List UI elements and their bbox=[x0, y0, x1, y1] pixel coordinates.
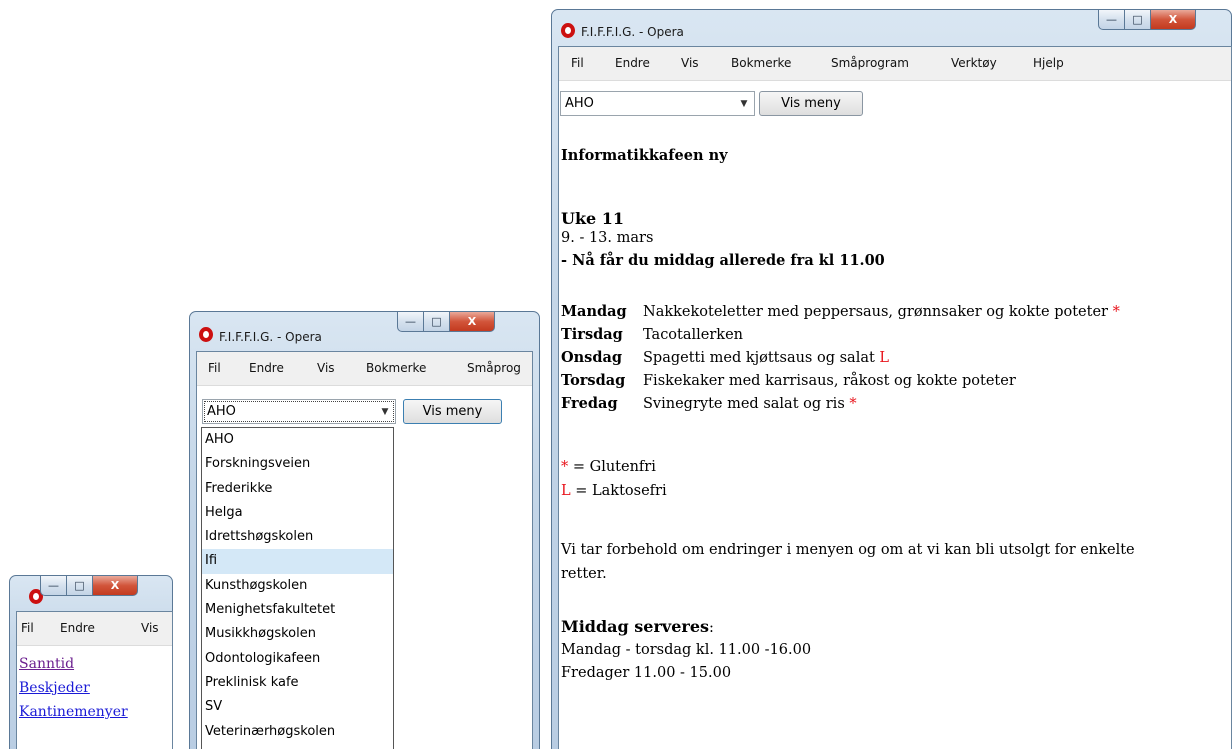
day-name: Tirsdag bbox=[561, 326, 623, 343]
legend-text: = Laktosefri bbox=[575, 483, 667, 499]
option-helga[interactable]: Helga bbox=[202, 501, 393, 525]
option-idrettshogskolen[interactable]: Idrettshøgskolen bbox=[202, 525, 393, 549]
menu-vis[interactable]: Vis bbox=[317, 361, 335, 375]
served-heading: Middag serveres: bbox=[561, 617, 714, 636]
day-name: Mandag bbox=[561, 303, 627, 320]
minimize-button[interactable]: — bbox=[1098, 9, 1125, 30]
legend-glutenfri: * = Glutenfri bbox=[561, 459, 656, 475]
day-row-mandag: Mandag Nakkekoteletter med peppersaus, gr… bbox=[561, 303, 1120, 320]
option-forskningsveien[interactable]: Forskningsveien bbox=[202, 452, 393, 476]
opera-logo-icon bbox=[561, 23, 575, 38]
day-row-onsdag: Onsdag Spagetti med kjøttsaus og salat L bbox=[561, 349, 889, 366]
day-name: Fredag bbox=[561, 395, 618, 412]
day-name: Onsdag bbox=[561, 349, 623, 366]
menu-fil[interactable]: Fil bbox=[208, 361, 221, 375]
large-opera-window: F.I.F.F.I.G. - Opera — □ X Fil Endre Vis… bbox=[551, 9, 1232, 749]
menu-endre[interactable]: Endre bbox=[249, 361, 284, 375]
legend-symbol: L bbox=[561, 483, 571, 499]
window-client: Fil Endre Vis Sanntid Beskjeder Kantinem… bbox=[16, 611, 173, 749]
option-veterinaerhogskolen[interactable]: Veterinærhøgskolen bbox=[202, 720, 393, 744]
menu-fil[interactable]: Fil bbox=[21, 621, 34, 635]
notice-text: - Nå får du middag allerede fra kl 11.00 bbox=[561, 252, 885, 269]
vis-meny-button[interactable]: Vis meny bbox=[403, 399, 502, 424]
cafe-name: Informatikkafeen ny bbox=[561, 147, 728, 164]
option-musikkhogskolen[interactable]: Musikkhøgskolen bbox=[202, 622, 393, 646]
week-dates: 9. - 13. mars bbox=[561, 230, 654, 246]
option-sv[interactable]: SV bbox=[202, 695, 393, 719]
cafe-select-value: AHO bbox=[207, 404, 236, 419]
cafe-dropdown-list: AHO Forskningsveien Frederikke Helga Idr… bbox=[201, 427, 394, 749]
option-menighetsfakultetet[interactable]: Menighetsfakultetet bbox=[202, 598, 393, 622]
cafe-select[interactable]: AHO ▼ bbox=[202, 399, 396, 424]
legend-text: = Glutenfri bbox=[572, 459, 656, 475]
menu-bar: Fil Endre Vis Bokmerke Småprog bbox=[197, 352, 532, 386]
disclaimer-line-2: retter. bbox=[561, 566, 607, 582]
maximize-button[interactable]: □ bbox=[66, 575, 93, 596]
day-row-fredag: Fredag Svinegryte med salat og ris * bbox=[561, 395, 857, 412]
menu-bokmerke[interactable]: Bokmerke bbox=[366, 361, 426, 375]
day-row-tirsdag: Tirsdag Tacotallerken bbox=[561, 326, 743, 343]
allergy-mark: * bbox=[1112, 304, 1120, 320]
menu-vis[interactable]: Vis bbox=[141, 621, 159, 635]
menu-smaaprogram[interactable]: Småprog bbox=[467, 361, 521, 375]
legend-symbol: * bbox=[561, 459, 569, 475]
close-button[interactable]: X bbox=[1150, 9, 1196, 30]
minimize-button[interactable]: — bbox=[40, 575, 67, 596]
disclaimer-line-1: Vi tar forbehold om endringer i menyen o… bbox=[561, 542, 1135, 558]
option-ifi[interactable]: Ifi bbox=[202, 549, 393, 574]
chevron-down-icon[interactable]: ▼ bbox=[375, 400, 395, 423]
served-heading-colon: : bbox=[709, 620, 714, 636]
option-frederikke[interactable]: Frederikke bbox=[202, 477, 393, 501]
served-heading-text: Middag serveres bbox=[561, 617, 709, 636]
link-beskjeder[interactable]: Beskjeder bbox=[19, 680, 90, 696]
small-opera-window: — □ X Fil Endre Vis Sanntid Beskjeder Ka… bbox=[9, 575, 173, 749]
close-button[interactable]: X bbox=[449, 311, 495, 332]
option-aho[interactable]: AHO bbox=[202, 428, 393, 452]
dish-text: Svinegryte med salat og ris bbox=[643, 396, 845, 412]
window-title: F.I.F.F.I.G. - Opera bbox=[581, 25, 684, 39]
maximize-button[interactable]: □ bbox=[1124, 9, 1151, 30]
menu-bar: Fil Endre Vis bbox=[17, 612, 172, 646]
menu-endre[interactable]: Endre bbox=[60, 621, 95, 635]
option-odontologikafeen[interactable]: Odontologikafeen bbox=[202, 647, 393, 671]
option-kunsthogskolen[interactable]: Kunsthøgskolen bbox=[202, 574, 393, 598]
minimize-button[interactable]: — bbox=[397, 311, 424, 332]
link-sanntid[interactable]: Sanntid bbox=[19, 656, 74, 672]
dish-text: Nakkekoteletter med peppersaus, grønnsak… bbox=[643, 304, 1108, 320]
week-heading: Uke 11 bbox=[561, 209, 625, 228]
day-row-torsdag: Torsdag Fiskekaker med karrisaus, råkost … bbox=[561, 372, 1016, 389]
close-button[interactable]: X bbox=[92, 575, 138, 596]
opera-logo-icon bbox=[199, 327, 213, 342]
dish-text: Spagetti med kjøttsaus og salat bbox=[643, 350, 875, 366]
allergy-mark: L bbox=[879, 350, 890, 366]
window-client: Fil Endre Vis Bokmerke Småprogram Verktø… bbox=[558, 46, 1232, 749]
served-line-1: Mandag - torsdag kl. 11.00 -16.00 bbox=[561, 642, 812, 658]
option-preklinisk-kafe[interactable]: Preklinisk kafe bbox=[202, 671, 393, 695]
legend-laktosefri: L = Laktosefri bbox=[561, 483, 667, 499]
window-title: F.I.F.F.I.G. - Opera bbox=[219, 330, 322, 344]
menu-content: Informatikkafeen ny Uke 11 9. - 13. mars… bbox=[561, 47, 1231, 749]
day-name: Torsdag bbox=[561, 372, 626, 389]
dish-text: Tacotallerken bbox=[643, 327, 744, 343]
dish-text: Fiskekaker med karrisaus, råkost og kokt… bbox=[643, 373, 1016, 389]
served-line-2: Fredager 11.00 - 15.00 bbox=[561, 665, 732, 681]
allergy-mark: * bbox=[849, 396, 857, 412]
link-kantinemenyer[interactable]: Kantinemenyer bbox=[19, 704, 128, 720]
maximize-button[interactable]: □ bbox=[423, 311, 450, 332]
